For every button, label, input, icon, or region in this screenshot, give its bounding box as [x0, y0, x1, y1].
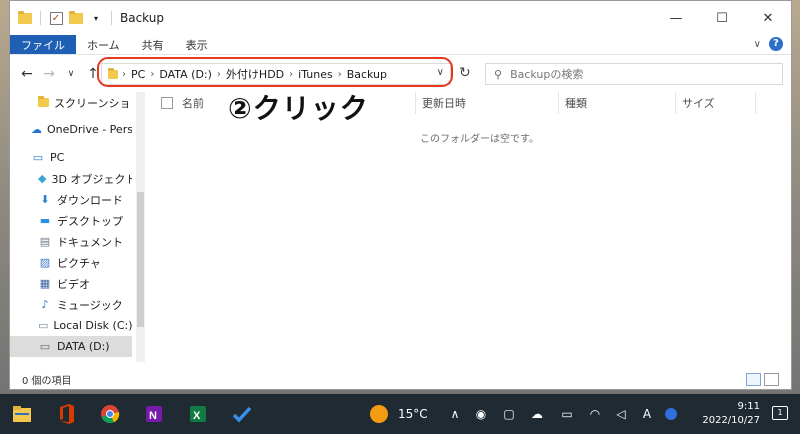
battery-icon[interactable]: ▭	[560, 407, 574, 421]
todo-taskbar-icon[interactable]	[230, 402, 254, 426]
annotation-highlight	[97, 57, 453, 87]
empty-folder-message: このフォルダーは空です。	[420, 134, 539, 145]
volume-icon[interactable]: ◁	[614, 407, 628, 421]
refresh-icon[interactable]: ↻	[459, 65, 471, 81]
sidebar-item-local-disk[interactable]: ▭ Local Disk (C:)	[10, 315, 132, 336]
taskbar-clock[interactable]: 9:11 2022/10/27	[702, 400, 760, 428]
weather-temperature: 15°C	[398, 407, 428, 421]
svg-text:X: X	[193, 410, 201, 422]
expand-ribbon-icon[interactable]: ∨	[754, 39, 761, 50]
sidebar-item-downloads[interactable]: ⬇ ダウンロード	[10, 189, 132, 210]
select-all-checkbox[interactable]	[161, 97, 173, 109]
search-icon: ⚲	[494, 67, 503, 81]
search-box[interactable]: ⚲ Backupの検索	[485, 63, 783, 85]
cloud-icon: ☁	[31, 123, 42, 136]
forward-arrow-icon[interactable]: →	[38, 66, 60, 82]
sidebar-item-3d-objects[interactable]: ◆ 3D オブジェクト	[10, 168, 132, 189]
desktop-icon: ▬	[39, 214, 51, 227]
clock-date: 2022/10/27	[702, 415, 760, 426]
maximize-button[interactable]: ☐	[699, 1, 745, 35]
properties-icon[interactable]: ✓	[49, 11, 63, 25]
meet-now-icon[interactable]: ▢	[502, 407, 516, 421]
large-icons-view-icon[interactable]	[764, 373, 779, 386]
app-tray-icon[interactable]	[664, 407, 678, 421]
download-icon: ⬇	[40, 193, 50, 206]
status-bar: 0 個の項目	[10, 369, 791, 389]
search-placeholder: Backupの検索	[510, 68, 584, 81]
file-list: 名前 更新日時 種類 サイズ このフォルダーは空です。 ②クリック	[150, 92, 791, 369]
column-header-name[interactable]: 名前	[182, 92, 204, 114]
taskbar: N X 15°C ∧ ◉ ▢ ☁ ▭ ◠ ◁ A 9:11 2022/10/27…	[0, 394, 800, 434]
details-view-icon[interactable]	[746, 373, 761, 386]
help-icon[interactable]: ?	[769, 37, 783, 51]
clock-time: 9:11	[737, 401, 760, 412]
wifi-icon[interactable]: ◠	[588, 407, 602, 421]
scrollbar-thumb[interactable]	[137, 192, 144, 327]
record-icon[interactable]: ◉	[474, 407, 488, 421]
show-hidden-icons-icon[interactable]: ∧	[448, 407, 462, 421]
window-title: Backup	[120, 11, 164, 25]
column-header-type[interactable]: 種類	[565, 92, 587, 114]
navigation-pane: スクリーンショット ☁ OneDrive - Person ▭ PC ◆ 3D …	[10, 92, 145, 362]
music-icon: ♪	[41, 298, 49, 311]
sidebar-item-data-drive[interactable]: ▭ DATA (D:)	[10, 336, 132, 357]
notification-count: 1	[777, 408, 783, 417]
excel-taskbar-icon[interactable]: X	[186, 402, 210, 426]
weather-widget[interactable]: 15°C	[370, 394, 428, 434]
videos-icon: ▦	[39, 277, 51, 290]
sidebar-item-pictures[interactable]: ▨ ピクチャ	[10, 252, 132, 273]
computer-icon: ▭	[32, 151, 44, 164]
ribbon-tabs: ファイル ホーム 共有 表示 ∨ ?	[10, 35, 791, 55]
window-controls: — ☐ ✕	[653, 1, 791, 35]
drive-icon: ▭	[38, 319, 49, 332]
sidebar-item-pc[interactable]: ▭ PC	[10, 147, 132, 168]
sidebar-item-screenshots[interactable]: スクリーンショット	[10, 92, 132, 113]
folder-icon	[18, 10, 32, 25]
documents-icon: ▤	[39, 235, 51, 248]
new-folder-icon[interactable]	[69, 10, 83, 25]
input-method-icon[interactable]: A	[640, 407, 654, 421]
drive-icon: ▭	[39, 340, 51, 353]
minimize-button[interactable]: —	[653, 1, 699, 35]
annotation-label: ②クリック	[228, 92, 369, 125]
weather-sun-icon	[370, 405, 388, 423]
file-explorer-taskbar-icon[interactable]	[10, 402, 34, 426]
tab-share[interactable]: 共有	[131, 35, 175, 54]
recent-locations-icon[interactable]: ∨	[60, 69, 82, 79]
column-header-size[interactable]: サイズ	[682, 92, 715, 114]
notification-center-icon[interactable]: 1	[772, 406, 788, 420]
sidebar-item-videos[interactable]: ▦ ビデオ	[10, 273, 132, 294]
pictures-icon: ▨	[39, 256, 51, 269]
item-count: 0 個の項目	[22, 375, 72, 387]
office-taskbar-icon[interactable]	[55, 402, 79, 426]
3d-objects-icon: ◆	[38, 172, 47, 185]
folder-icon	[38, 96, 49, 110]
sidebar-item-music[interactable]: ♪ ミュージック	[10, 294, 132, 315]
column-header-modified[interactable]: 更新日時	[422, 92, 466, 114]
sidebar-item-documents[interactable]: ▤ ドキュメント	[10, 231, 132, 252]
onedrive-tray-icon[interactable]: ☁	[530, 407, 544, 421]
chrome-taskbar-icon[interactable]	[98, 402, 122, 426]
tab-file[interactable]: ファイル	[10, 35, 76, 54]
quick-access-toolbar: ✓ ▾	[18, 10, 114, 25]
customize-toolbar-icon[interactable]: ▾	[89, 11, 103, 25]
close-button[interactable]: ✕	[745, 1, 791, 35]
onenote-taskbar-icon[interactable]: N	[142, 402, 166, 426]
tab-view[interactable]: 表示	[175, 35, 219, 54]
sidebar-item-desktop[interactable]: ▬ デスクトップ	[10, 210, 132, 231]
back-arrow-icon[interactable]: ←	[16, 66, 38, 82]
tab-home[interactable]: ホーム	[76, 35, 131, 54]
svg-text:N: N	[149, 410, 157, 422]
sidebar-scrollbar[interactable]	[136, 92, 145, 362]
sidebar-item-onedrive[interactable]: ☁ OneDrive - Person	[10, 119, 132, 140]
title-bar: ✓ ▾ Backup — ☐ ✕	[10, 1, 791, 35]
